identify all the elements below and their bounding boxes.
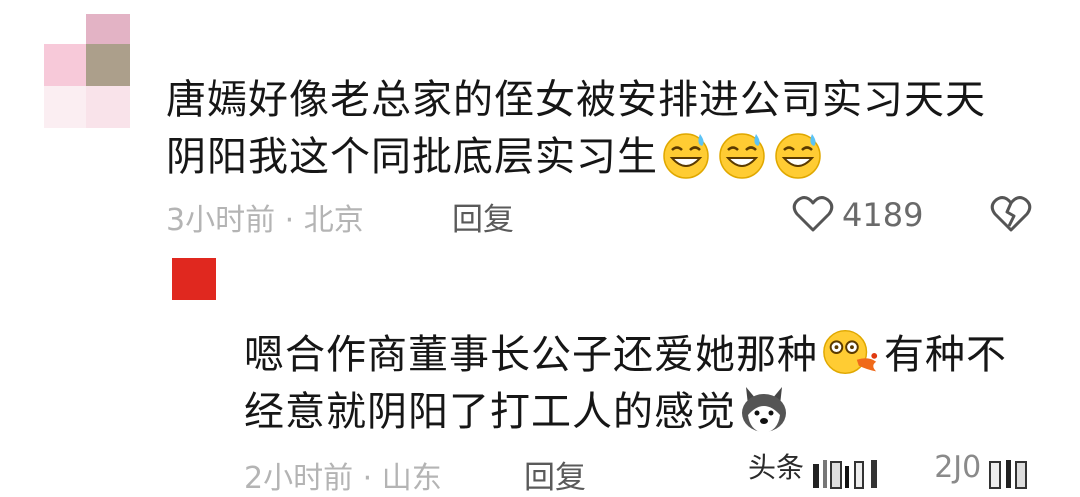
like-count: 2J0 <box>934 450 982 485</box>
avatar[interactable] <box>172 258 216 300</box>
broken-heart-icon <box>990 196 1032 232</box>
avatar-pixel <box>86 86 130 128</box>
husky-dog-emoji <box>742 387 786 433</box>
avatar-pixel <box>86 14 130 44</box>
like-button[interactable] <box>792 194 834 234</box>
comment-time-location: 2小时前 · 山东 <box>244 461 442 496</box>
reply-button[interactable]: 回复 <box>452 194 514 239</box>
dizzy-vomit-emoji <box>823 329 878 375</box>
avatar-pixel <box>86 44 130 86</box>
avatar-mosaic[interactable] <box>44 14 130 128</box>
sweat-grin-emoji <box>775 133 821 179</box>
sweat-grin-emoji <box>719 133 765 179</box>
comment-time-location: 3小时前 · 北京 <box>166 203 364 238</box>
watermark-glyph-icon <box>813 459 878 489</box>
comment-line-text: 阴阳我这个同批底层实习生 <box>166 134 658 180</box>
watermark-glyph-icon <box>989 459 1028 489</box>
comment-line: 阴阳我这个同批底层实习生 <box>166 128 986 185</box>
comment-line-text: 有种不 <box>884 332 1007 378</box>
watermark-overlay: 头条 2J0 <box>748 446 1080 490</box>
comment-line-text: 经意就阴阳了打工人的感觉 <box>244 389 736 435</box>
dislike-button[interactable] <box>990 194 1032 234</box>
heart-icon <box>792 196 834 232</box>
like-count: 4189 <box>842 196 924 234</box>
comment-line: 经意就阴阳了打工人的感觉 <box>244 383 1007 440</box>
avatar-pixel <box>44 44 86 86</box>
watermark-text: 头条 <box>748 451 805 484</box>
avatar-pixel <box>44 86 86 128</box>
comment-text: 嗯合作商董事长公子还爱她那种 有种不 经意就阴阳了打工人的感觉 <box>244 326 1007 440</box>
comment-line: 嗯合作商董事长公子还爱她那种 有种不 <box>244 326 1007 383</box>
sweat-grin-emoji <box>663 133 709 179</box>
reply-button[interactable]: 回复 <box>524 452 586 497</box>
comment-line-text: 嗯合作商董事长公子还爱她那种 <box>244 332 818 378</box>
comment-text: 唐嫣好像老总家的侄女被安排进公司实习天天 阴阳我这个同批底层实习生 <box>166 72 986 185</box>
comment-line: 唐嫣好像老总家的侄女被安排进公司实习天天 <box>166 77 986 123</box>
